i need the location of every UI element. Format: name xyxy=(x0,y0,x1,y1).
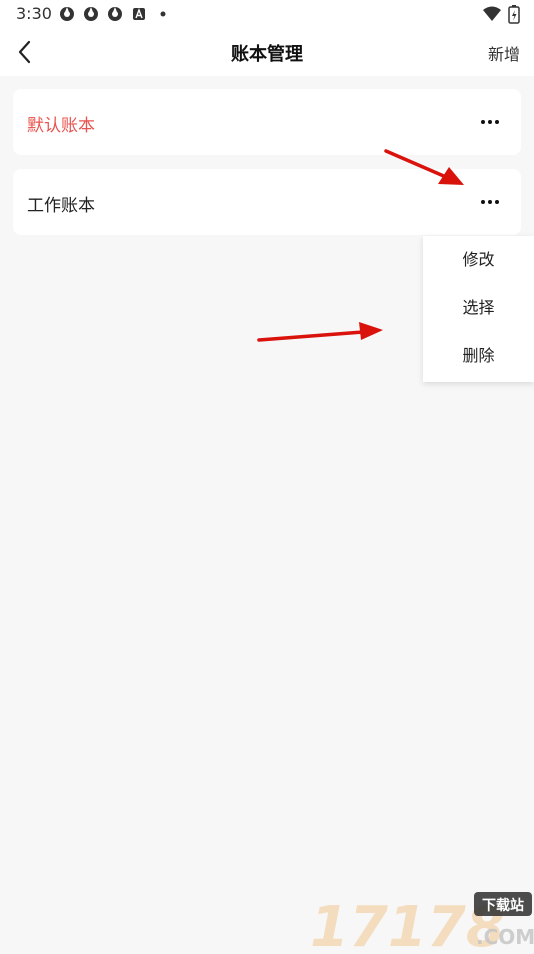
watermark-badge: 下载站 xyxy=(482,897,524,914)
wifi-icon xyxy=(483,6,501,21)
site-watermark: 17178 下载站 .COM xyxy=(308,884,534,954)
more-options-button[interactable] xyxy=(473,109,507,135)
notification-icons xyxy=(58,5,172,23)
watermark-domain: .COM xyxy=(476,925,534,949)
a-icon xyxy=(133,8,145,20)
watermark-logo: 17178 下载站 .COM xyxy=(310,892,534,954)
app-icon xyxy=(60,7,74,21)
add-book-button[interactable]: 新增 xyxy=(488,41,520,65)
page-title: 账本管理 xyxy=(231,44,303,65)
annotation-arrow-icon xyxy=(384,149,464,185)
app-icon xyxy=(84,7,98,21)
nav-header: 账本管理 新增 xyxy=(0,28,534,76)
menu-item-edit[interactable]: 修改 xyxy=(423,236,534,284)
book-name-default: 默认账本 xyxy=(27,116,95,136)
battery-icon xyxy=(508,5,520,24)
system-icons xyxy=(482,4,520,24)
book-options-menu: 修改 选择 删除 xyxy=(423,236,534,382)
status-bar: 3:30 xyxy=(0,0,534,28)
menu-item-select[interactable]: 选择 xyxy=(423,284,534,332)
more-options-button[interactable] xyxy=(473,189,507,215)
status-time: 3:30 xyxy=(16,4,52,23)
more-dots-icon xyxy=(481,200,499,204)
annotation-arrow-icon xyxy=(257,322,383,342)
app-icon xyxy=(108,7,122,21)
more-dots-icon xyxy=(481,120,499,124)
menu-item-delete[interactable]: 删除 xyxy=(423,332,534,380)
book-name-work: 工作账本 xyxy=(27,196,95,216)
dot-icon xyxy=(160,11,166,17)
